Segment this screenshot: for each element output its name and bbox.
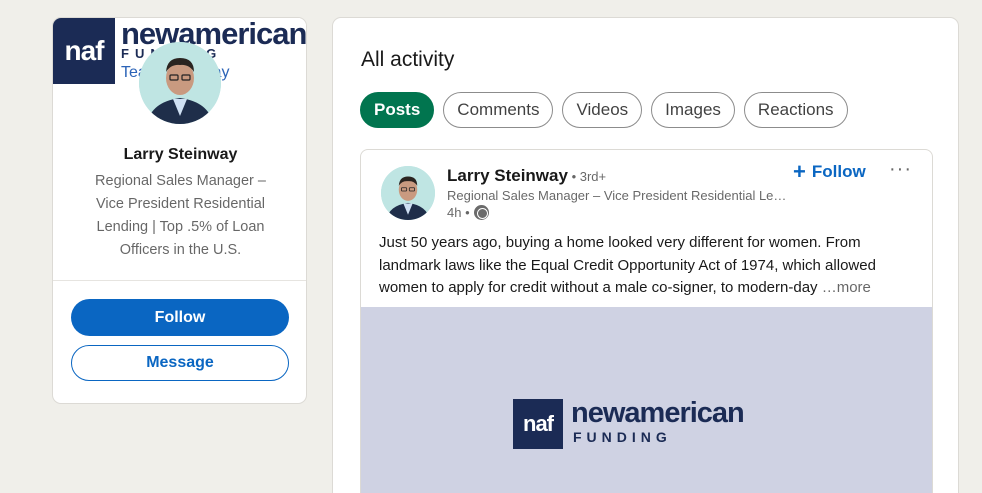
tab-reactions[interactable]: Reactions bbox=[743, 92, 848, 128]
post-image[interactable]: naf newamerican FUNDING bbox=[361, 307, 932, 493]
image-funding-text: FUNDING bbox=[573, 429, 672, 445]
tab-images[interactable]: Images bbox=[651, 92, 735, 128]
post-text: Just 50 years ago, buying a home looked … bbox=[379, 232, 915, 300]
post-body: Just 50 years ago, buying a home looked … bbox=[379, 234, 876, 296]
post-author-name[interactable]: Larry Steinway bbox=[447, 166, 568, 185]
activity-tabs: Posts Comments Videos Images Reactions bbox=[360, 92, 848, 128]
activity-panel: All activity Posts Comments Videos Image… bbox=[332, 17, 959, 493]
post-follow-button[interactable]: + Follow bbox=[793, 159, 866, 184]
post-author-headline: Regional Sales Manager – Vice President … bbox=[447, 188, 787, 203]
message-button[interactable]: Message bbox=[71, 345, 289, 381]
post-card: Larry Steinway • 3rd+ Regional Sales Man… bbox=[360, 149, 933, 493]
profile-card: naf newamerican FUNDING Team Steinway La… bbox=[52, 17, 307, 404]
divider bbox=[53, 280, 306, 281]
naf-logo: naf bbox=[513, 399, 563, 449]
naf-logo: naf bbox=[53, 18, 115, 84]
profile-name[interactable]: Larry Steinway bbox=[53, 146, 306, 164]
profile-avatar[interactable] bbox=[139, 42, 221, 124]
more-options-icon[interactable]: ··· bbox=[889, 158, 912, 181]
post-author-avatar[interactable] bbox=[381, 166, 435, 220]
activity-title: All activity bbox=[361, 48, 455, 71]
connection-degree: • 3rd+ bbox=[567, 169, 607, 184]
follow-button[interactable]: Follow bbox=[71, 299, 289, 336]
post-meta: 4h • bbox=[447, 205, 489, 220]
tab-posts[interactable]: Posts bbox=[360, 92, 435, 128]
post-time: 4h • bbox=[447, 205, 470, 220]
plus-icon: + bbox=[793, 159, 806, 184]
globe-icon bbox=[473, 205, 489, 220]
tab-videos[interactable]: Videos bbox=[562, 92, 643, 128]
profile-headline: Regional Sales Manager – Vice President … bbox=[95, 173, 266, 258]
post-follow-label: Follow bbox=[811, 162, 866, 181]
post-author-line: Larry Steinway • 3rd+ bbox=[447, 166, 606, 186]
tab-comments[interactable]: Comments bbox=[443, 92, 554, 128]
image-brand-text: newamerican bbox=[571, 397, 745, 429]
see-more-link[interactable]: …more bbox=[822, 279, 871, 296]
